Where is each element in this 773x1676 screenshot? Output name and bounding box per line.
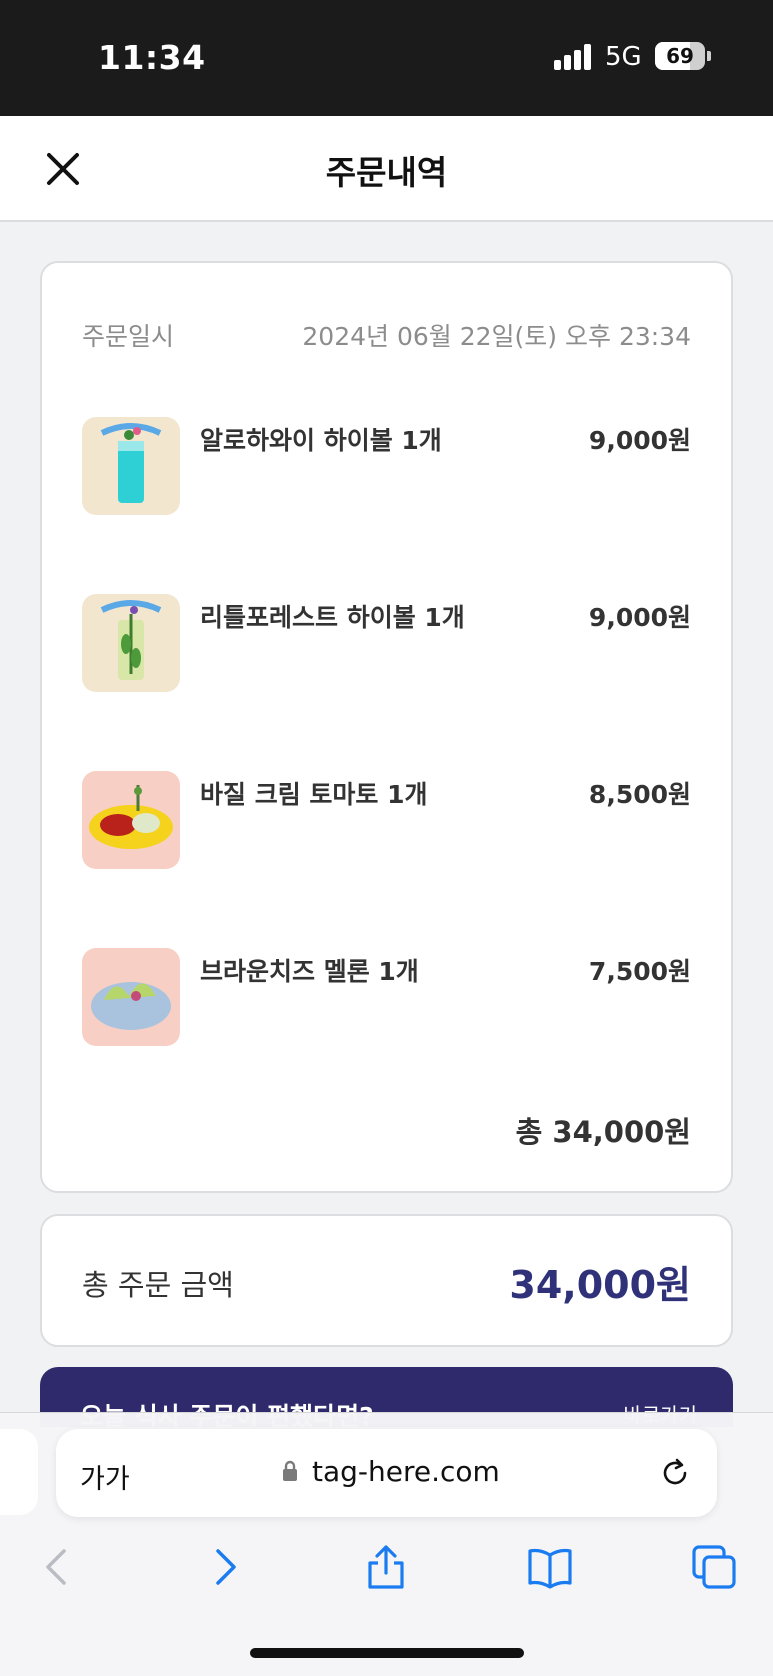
order-item-name: 리틀포레스트 하이볼 1개 [200,603,465,632]
lock-icon [283,1460,297,1481]
order-item-price: 9,000원 [588,603,691,632]
battery-tip [707,51,711,61]
previous-tab-preview[interactable] [0,1429,38,1515]
total-amount-card: 총 주문 금액 34,000원 [40,1214,733,1347]
order-date-value: 2024년 06월 22일(토) 오후 23:34 [302,322,691,351]
order-subtotal: 총 34,000원 [515,1115,691,1149]
herb-highball-drink-image [82,594,180,692]
page-header: 주문내역 [0,116,773,222]
battery-icon: 69 [655,42,705,70]
order-item-price: 7,500원 [588,957,691,986]
bookmarks-icon[interactable] [526,1543,574,1591]
melon-dish-image [82,948,180,1046]
address-bar[interactable]: 가가 tag-here.com [56,1429,717,1517]
total-amount-value: 34,000원 [509,1263,691,1307]
order-item: 알로하와이 하이볼 1개 9,000원 [82,417,691,517]
browser-toolbar: 가가 tag-here.com [0,1412,773,1676]
home-indicator[interactable] [250,1648,524,1658]
order-item-price: 9,000원 [588,426,691,455]
status-time: 11:34 [98,38,206,77]
order-item: 바질 크림 토마토 1개 8,500원 [82,771,691,871]
share-icon[interactable] [362,1543,410,1591]
reload-icon[interactable] [657,1455,693,1491]
order-item-name: 브라운치즈 멜론 1개 [200,957,419,986]
page-title: 주문내역 [325,153,448,192]
tabs-icon[interactable] [690,1543,738,1591]
order-item: 리틀포레스트 하이볼 1개 9,000원 [82,594,691,694]
order-item-name: 알로하와이 하이볼 1개 [200,426,442,455]
total-amount-label: 총 주문 금액 [82,1268,234,1302]
network-type: 5G [605,42,642,72]
order-date-label: 주문일시 [82,322,175,351]
order-item-price: 8,500원 [588,780,691,809]
order-item: 브라운치즈 멜론 1개 7,500원 [82,948,691,1048]
battery-level: 69 [666,44,694,68]
status-bar: 11:34 5G 69 [0,0,773,116]
back-icon[interactable] [34,1543,82,1591]
order-item-name: 바질 크림 토마토 1개 [200,780,428,809]
order-detail-card: 주문일시 2024년 06월 22일(토) 오후 23:34 알로하와이 하이볼… [40,261,733,1193]
signal-icon [554,44,594,70]
forward-icon[interactable] [200,1543,248,1591]
url-text: tag-here.com [312,1455,500,1488]
text-size-button[interactable]: 가가 [80,1457,130,1496]
blue-highball-drink-image [82,417,180,515]
tomato-dish-image [82,771,180,869]
